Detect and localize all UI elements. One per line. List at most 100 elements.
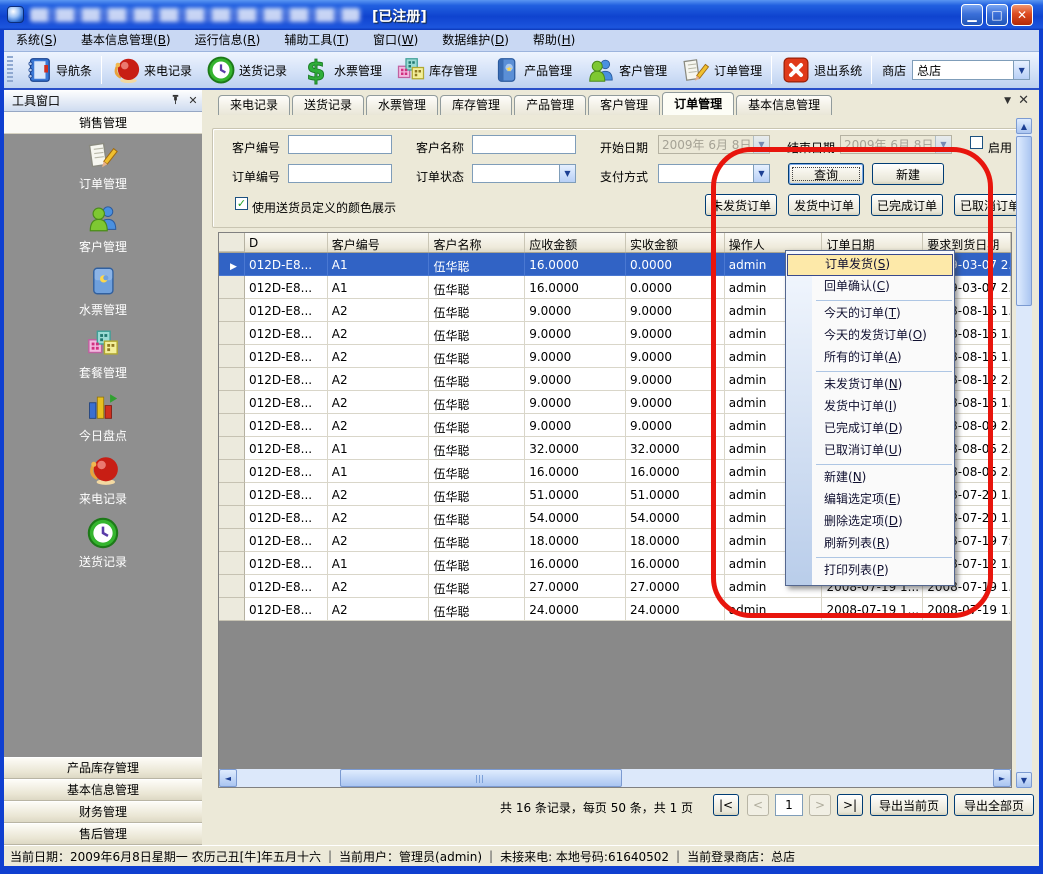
grid-cell[interactable]: A2 [328,299,430,322]
tab-1[interactable]: 送货记录 [292,95,364,115]
grid-cell[interactable]: A2 [328,345,430,368]
sidebar-item-1[interactable]: 客户管理 [4,201,202,259]
menubar-item-0[interactable]: 系统(S) [4,30,69,51]
grid-cell[interactable]: A2 [328,368,430,391]
grid-cell[interactable]: 9.0000 [525,391,626,414]
grid-cell[interactable]: 012D-E8... [245,483,328,506]
toolbar-button-6[interactable]: 客户管理 [579,53,674,87]
context-menu-item-9[interactable]: 已完成订单(D) [786,418,954,440]
row-selector-cell[interactable] [219,299,245,322]
sidebar-item-2[interactable]: 水票管理 [4,264,202,322]
grid-cell[interactable]: 9.0000 [525,299,626,322]
customer-name-input[interactable] [472,135,576,154]
shop-select[interactable]: 总店▼ [912,60,1030,80]
grid-cell[interactable]: 27.0000 [626,575,725,598]
grid-cell[interactable]: 51.0000 [626,483,725,506]
row-selector-cell[interactable]: ▶ [219,253,245,276]
menubar-item-5[interactable]: 数据维护(D) [430,30,521,51]
grid-cell[interactable]: A2 [328,529,430,552]
tab-list-dropdown-icon[interactable]: ▼ [1004,96,1011,106]
grid-cell[interactable]: 伍华聪 [429,276,525,299]
sidebar-bottom-bar-1[interactable]: 基本信息管理 [4,779,202,801]
grid-cell[interactable]: 伍华聪 [429,460,525,483]
grid-cell[interactable]: 伍华聪 [429,345,525,368]
toolbar-grip[interactable] [7,56,13,84]
context-menu-item-5[interactable]: 所有的订单(A) [786,347,954,369]
tab-5[interactable]: 客户管理 [588,95,660,115]
enable-date-checkbox[interactable] [970,136,983,149]
context-menu-item-13[interactable]: 编辑选定项(E) [786,489,954,511]
grid-cell[interactable]: 18.0000 [525,529,626,552]
row-selector-cell[interactable] [219,529,245,552]
grid-cell[interactable]: 伍华聪 [429,529,525,552]
grid-cell[interactable]: 9.0000 [525,368,626,391]
grid-cell[interactable]: 9.0000 [525,322,626,345]
sidebar-bottom-bar-2[interactable]: 财务管理 [4,801,202,823]
start-date-picker[interactable]: 2009年 6月 8日 ▼ [658,135,770,154]
grid-cell[interactable]: 伍华聪 [429,552,525,575]
grid-cell[interactable]: A1 [328,552,430,575]
grid-cell[interactable]: 伍华聪 [429,414,525,437]
tab-2[interactable]: 水票管理 [366,95,438,115]
grid-cell[interactable]: 16.0000 [525,253,626,276]
first-page-button[interactable]: |< [713,794,739,816]
maximize-button[interactable]: □ [986,4,1008,26]
next-page-button[interactable]: > [809,794,831,816]
grid-cell[interactable]: 012D-E8... [245,253,328,276]
grid-cell[interactable]: 012D-E8... [245,391,328,414]
grid-cell[interactable]: 012D-E8... [245,322,328,345]
row-selector-cell[interactable] [219,345,245,368]
context-menu-item-14[interactable]: 删除选定项(D) [786,511,954,533]
grid-column-header-2[interactable]: 客户名称 [429,233,525,252]
context-menu-item-7[interactable]: 未发货订单(N) [786,374,954,396]
export-all-pages-button[interactable]: 导出全部页 [954,794,1034,816]
grid-cell[interactable]: 伍华聪 [429,368,525,391]
scroll-right-icon[interactable]: ► [993,769,1011,787]
menubar-item-6[interactable]: 帮助(H) [521,30,587,51]
grid-cell[interactable]: 伍华聪 [429,322,525,345]
grid-cell[interactable]: 012D-E8... [245,575,328,598]
grid-cell[interactable]: A2 [328,414,430,437]
grid-cell[interactable]: 9.0000 [626,414,725,437]
grid-cell[interactable]: 51.0000 [525,483,626,506]
row-selector-cell[interactable] [219,322,245,345]
sidebar-bottom-bar-3[interactable]: 售后管理 [4,823,202,845]
grid-cell[interactable]: 18.0000 [626,529,725,552]
grid-cell[interactable]: 9.0000 [525,345,626,368]
sidebar-item-6[interactable]: 送货记录 [4,516,202,574]
grid-cell[interactable]: 9.0000 [525,414,626,437]
row-selector-cell[interactable] [219,368,245,391]
grid-cell[interactable]: 32.0000 [626,437,725,460]
grid-cell[interactable]: 伍华聪 [429,391,525,414]
context-menu-item-8[interactable]: 发货中订单(I) [786,396,954,418]
grid-cell[interactable]: A1 [328,276,430,299]
grid-cell[interactable]: 0.0000 [626,253,725,276]
context-menu-item-4[interactable]: 今天的发货订单(O) [786,325,954,347]
row-selector-cell[interactable] [219,414,245,437]
tab-4[interactable]: 产品管理 [514,95,586,115]
order-code-input[interactable] [288,164,392,183]
sidebar-item-0[interactable]: 订单管理 [4,138,202,196]
scroll-up-icon[interactable]: ▲ [1016,118,1032,134]
sidebar-bottom-bar-0[interactable]: 产品库存管理 [4,757,202,779]
horizontal-scrollbar[interactable]: ◄ ► [219,769,1011,787]
grid-cell[interactable]: A1 [328,253,430,276]
grid-column-header-0[interactable]: D [245,233,328,252]
grid-cell[interactable]: 9.0000 [626,299,725,322]
grid-cell[interactable]: 16.0000 [626,552,725,575]
filter-button-0[interactable]: 未发货订单 [705,194,777,216]
grid-cell[interactable]: 16.0000 [626,460,725,483]
grid-cell[interactable]: 012D-E8... [245,345,328,368]
scroll-left-icon[interactable]: ◄ [219,769,237,787]
grid-cell[interactable]: A2 [328,483,430,506]
grid-cell[interactable]: 24.0000 [525,598,626,621]
grid-cell[interactable]: A2 [328,322,430,345]
table-row[interactable]: 012D-E8...A2伍华聪24.000024.0000admin2008-0… [219,598,1011,621]
toolbar-button-0[interactable]: 导航条 [16,53,99,87]
grid-cell[interactable]: admin [725,598,823,621]
grid-cell[interactable]: 伍华聪 [429,598,525,621]
order-status-select[interactable]: ▼ [472,164,576,183]
grid-cell[interactable]: A1 [328,437,430,460]
grid-cell[interactable]: A2 [328,575,430,598]
grid-cell[interactable]: 012D-E8... [245,276,328,299]
